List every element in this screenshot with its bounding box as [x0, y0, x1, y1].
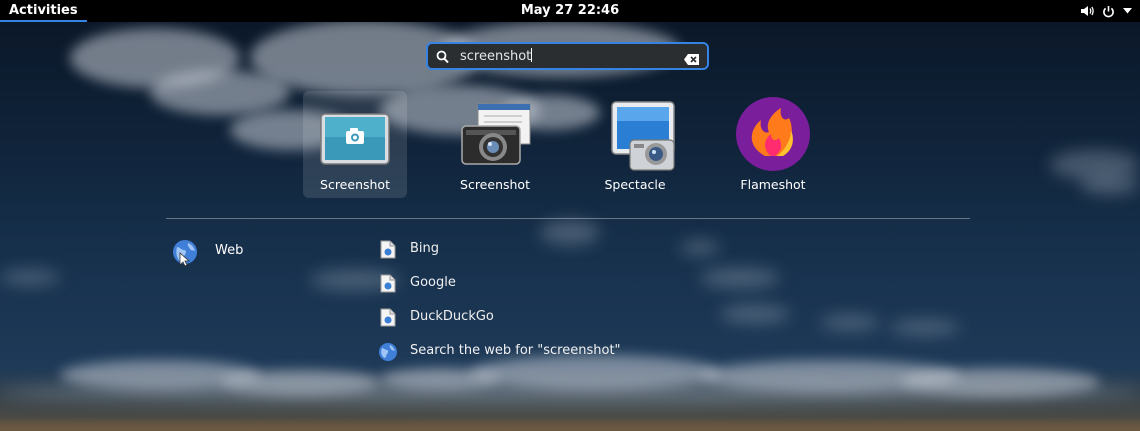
app-gnome-screenshot[interactable]: Screenshot: [303, 91, 407, 198]
search-icon: [436, 49, 449, 68]
result-label: DuckDuckGo: [410, 309, 494, 324]
results-separator: [166, 218, 970, 219]
power-icon[interactable]: [1102, 5, 1115, 18]
result-label: Search the web for "screenshot": [410, 343, 621, 358]
result-search-web[interactable]: Search the web for "screenshot": [379, 341, 621, 366]
app-spectacle[interactable]: Spectacle: [583, 91, 687, 198]
volume-icon[interactable]: [1080, 5, 1094, 17]
app-label: Screenshot: [460, 177, 530, 192]
result-duckduckgo[interactable]: DuckDuckGo: [380, 307, 500, 329]
app-label: Screenshot: [320, 177, 390, 192]
clock[interactable]: May 27 22:46: [0, 0, 1140, 22]
globe-icon: [379, 342, 398, 366]
gnome-screenshot-icon: [320, 100, 390, 170]
web-globe-icon: [172, 239, 198, 271]
app-screenshot[interactable]: Screenshot: [443, 91, 547, 198]
app-flameshot[interactable]: Flameshot: [721, 91, 825, 198]
spectacle-icon: [600, 100, 675, 171]
top-bar: Activities May 27 22:46: [0, 0, 1140, 22]
app-label: Flameshot: [740, 177, 806, 192]
provider-label: Web: [215, 243, 244, 258]
result-google[interactable]: Google: [380, 273, 470, 295]
system-tray[interactable]: [1080, 0, 1132, 22]
clear-icon[interactable]: [684, 50, 699, 69]
document-icon: [380, 274, 396, 297]
result-label: Google: [410, 275, 456, 290]
provider-web[interactable]: Web: [172, 239, 292, 267]
result-bing[interactable]: Bing: [380, 239, 460, 261]
menu-down-icon[interactable]: [1123, 8, 1132, 14]
document-icon: [380, 308, 396, 331]
search-input[interactable]: screenshot: [460, 48, 533, 64]
app-label: Spectacle: [604, 177, 666, 192]
document-icon: [380, 240, 396, 263]
search-box[interactable]: screenshot: [426, 42, 709, 70]
camera-screenshot-icon: [460, 100, 531, 170]
flameshot-icon: [736, 97, 810, 171]
result-label: Bing: [410, 241, 440, 256]
